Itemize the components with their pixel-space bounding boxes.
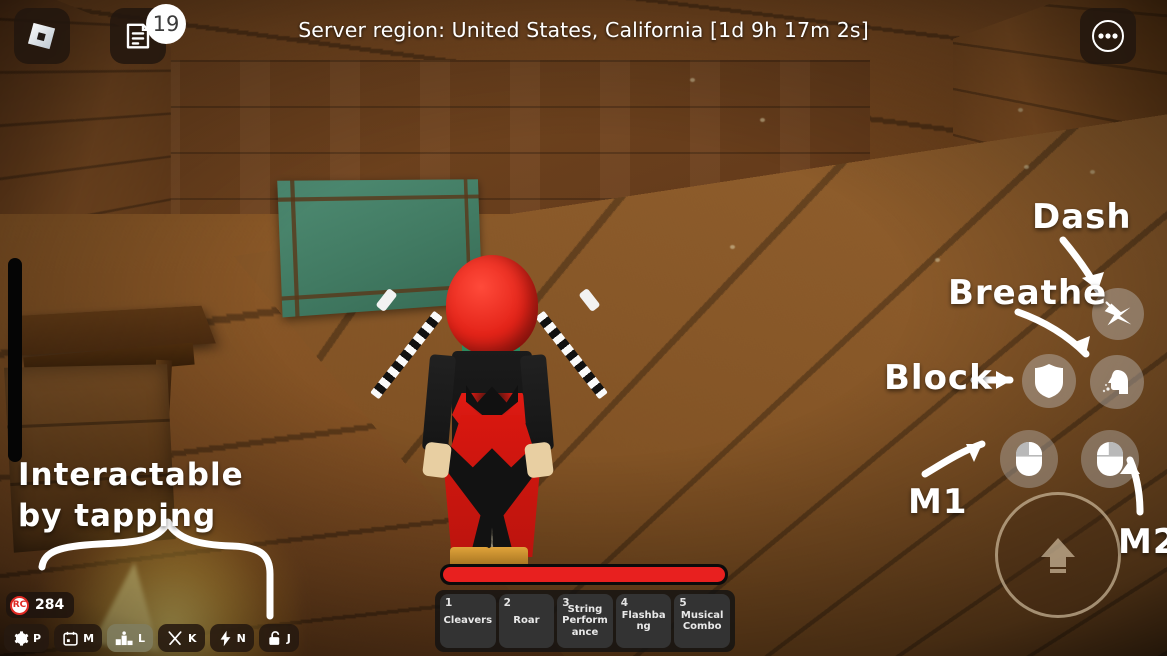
crossed-swords-icon: [166, 630, 184, 647]
annotation-breathe: Breathe: [948, 273, 1107, 313]
server-region-label: Server region: United States, California…: [0, 18, 1167, 42]
player-avatar: [388, 255, 588, 575]
hud-button-row: P M L K N J: [4, 624, 299, 652]
combat-button[interactable]: K: [158, 624, 205, 652]
lock-key: J: [287, 632, 291, 645]
lightning-icon: [218, 630, 233, 647]
shield-icon: [1032, 362, 1066, 400]
annotation-dash: Dash: [1032, 197, 1132, 237]
up-arrow-icon: [1031, 528, 1085, 582]
mouse-right-icon: [1093, 439, 1127, 479]
annotation-m2: M2: [1118, 522, 1167, 562]
power-button[interactable]: N: [210, 624, 254, 652]
lock-icon: [267, 630, 283, 647]
health-bar: [440, 564, 728, 585]
hotbar-slot-number: 3: [562, 597, 569, 609]
more-options-button[interactable]: [1080, 8, 1136, 64]
calendar-key: M: [83, 632, 94, 645]
annotation-tap-line1: Interactable: [18, 455, 248, 496]
health-bar-fill: [443, 567, 725, 582]
hotbar-slot[interactable]: 2 Roar: [499, 594, 555, 648]
block-button[interactable]: [1022, 354, 1076, 408]
settings-key: P: [33, 632, 41, 645]
m1-button[interactable]: [1000, 430, 1058, 488]
hotbar-slot[interactable]: 1 Cleavers: [440, 594, 496, 648]
ellipsis-icon: [1088, 16, 1128, 56]
hotbar: 1 Cleavers 2 Roar 3 String Performance 4…: [435, 590, 735, 652]
hotbar-slot[interactable]: 3 String Performance: [557, 594, 613, 648]
gear-icon: [12, 630, 29, 647]
annotation-interactable-by-tapping: Interactable by tapping: [18, 455, 248, 537]
hotbar-slot-label: Roar: [513, 615, 539, 627]
calendar-button[interactable]: M: [54, 624, 102, 652]
power-key: N: [237, 632, 246, 645]
hotbar-slot-number: 5: [679, 597, 686, 609]
annotation-m1: M1: [908, 482, 968, 522]
currency-amount: 284: [35, 597, 64, 613]
breathe-button[interactable]: [1090, 355, 1144, 409]
hotbar-slot-number: 2: [504, 597, 511, 609]
lock-button[interactable]: J: [259, 624, 299, 652]
hotbar-slot-number: 1: [445, 597, 452, 609]
rc-coin-icon: RC: [10, 596, 29, 615]
mouse-left-icon: [1012, 439, 1046, 479]
hotbar-slot-number: 4: [621, 597, 628, 609]
currency-display: RC 284: [6, 592, 74, 618]
hotbar-slot-label: Musical Combo: [677, 610, 727, 633]
annotation-block: Block: [884, 358, 993, 398]
left-edge-panel-handle[interactable]: [8, 258, 22, 462]
combat-key: K: [188, 632, 197, 645]
m2-button[interactable]: [1081, 430, 1139, 488]
leaderboard-button[interactable]: L: [107, 624, 153, 652]
jump-button[interactable]: [995, 492, 1121, 618]
breathe-head-icon: [1097, 362, 1137, 402]
podium-icon: [115, 630, 134, 647]
annotation-tap-line2: by tapping: [18, 496, 248, 537]
hotbar-slot[interactable]: 5 Musical Combo: [674, 594, 730, 648]
hotbar-slot[interactable]: 4 Flashbang: [616, 594, 672, 648]
leaderboard-key: L: [138, 632, 145, 645]
settings-button[interactable]: P: [4, 624, 49, 652]
hotbar-slot-label: Cleavers: [444, 615, 492, 627]
calendar-icon: [62, 630, 79, 647]
avatar-hair: [446, 255, 538, 355]
game-viewport: 19 Server region: United States, Califor…: [0, 0, 1167, 656]
hotbar-slot-label: Flashbang: [619, 610, 669, 633]
